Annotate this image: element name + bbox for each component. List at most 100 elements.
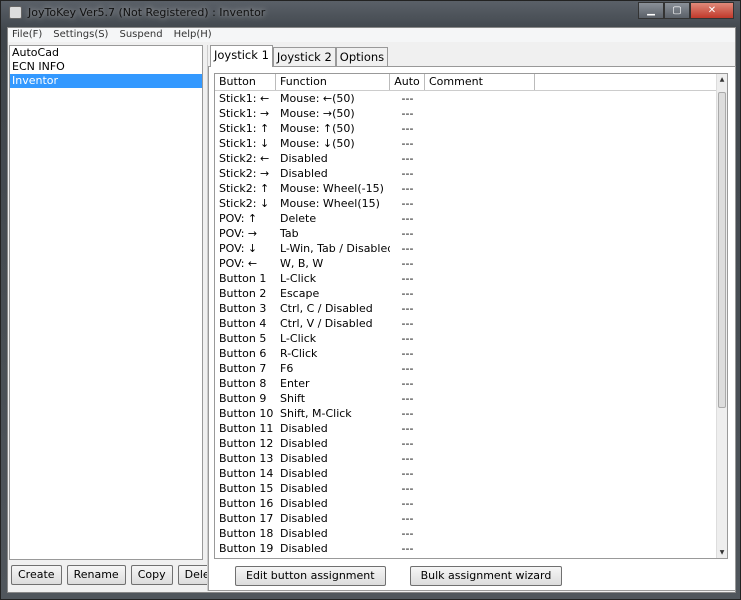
table-row[interactable]: Stick1: ↓ Mouse: ↓(50) --- <box>215 136 727 151</box>
rename-button[interactable]: Rename <box>66 565 126 585</box>
table-row[interactable]: Stick2: ↓ Mouse: Wheel(15) --- <box>215 196 727 211</box>
minimize-button[interactable]: ▁ <box>638 2 664 19</box>
cell-comment <box>425 106 535 121</box>
table-row[interactable]: Stick1: ← Mouse: ←(50) --- <box>215 91 727 106</box>
table-row[interactable]: Button 15 Disabled --- <box>215 481 727 496</box>
table-header: Button Function Auto Comment <box>215 74 727 91</box>
column-function[interactable]: Function <box>276 74 390 90</box>
table-row[interactable]: Stick2: ← Disabled --- <box>215 151 727 166</box>
cell-comment <box>425 301 535 316</box>
table-row[interactable]: Button 1 L-Click --- <box>215 271 727 286</box>
cell-function: Disabled <box>280 512 328 525</box>
table-row[interactable]: Button 7 F6 --- <box>215 361 727 376</box>
table-row[interactable]: Stick2: → Disabled --- <box>215 166 727 181</box>
assignment-table[interactable]: Button Function Auto Comment Stick1: ← Mo… <box>214 73 728 559</box>
cell-function: Disabled <box>280 437 328 450</box>
cell-function: F6 <box>280 362 294 375</box>
cell-auto: --- <box>401 137 414 150</box>
table-row[interactable]: Button 19 Disabled --- <box>215 541 727 556</box>
column-comment[interactable]: Comment <box>425 74 535 90</box>
cell-auto: --- <box>401 377 414 390</box>
table-row[interactable]: Button 11 Disabled --- <box>215 421 727 436</box>
cell-button: Button 1 <box>219 272 267 285</box>
cell-auto: --- <box>401 92 414 105</box>
cell-button: Button 6 <box>219 347 267 360</box>
table-row[interactable]: Button 9 Shift --- <box>215 391 727 406</box>
table-row[interactable]: POV: ↑ Delete --- <box>215 211 727 226</box>
table-row[interactable]: Button 18 Disabled --- <box>215 526 727 541</box>
cell-function: Disabled <box>280 152 328 165</box>
table-row[interactable]: Button 2 Escape --- <box>215 286 727 301</box>
cell-comment <box>425 211 535 226</box>
cell-comment <box>425 121 535 136</box>
table-row[interactable]: Button 13 Disabled --- <box>215 451 727 466</box>
table-row[interactable]: Button 8 Enter --- <box>215 376 727 391</box>
table-row[interactable]: Button 10 Shift, M-Click --- <box>215 406 727 421</box>
profile-item[interactable]: AutoCad <box>10 46 202 60</box>
table-row[interactable]: Button 4 Ctrl, V / Disabled --- <box>215 316 727 331</box>
profile-list[interactable]: AutoCad ECN INFO Inventor <box>9 45 203 560</box>
cell-button: Button 10 <box>219 407 274 420</box>
cell-comment <box>425 421 535 436</box>
cell-button: Button 19 <box>219 542 274 555</box>
cell-auto: --- <box>401 152 414 165</box>
close-button[interactable]: ✕ <box>690 2 734 19</box>
bulk-assignment-wizard-button[interactable]: Bulk assignment wizard <box>409 566 563 586</box>
table-row[interactable]: POV: → Tab --- <box>215 226 727 241</box>
menu-help[interactable]: Help(H) <box>174 28 212 42</box>
profile-item[interactable]: ECN INFO <box>10 60 202 74</box>
cell-auto: --- <box>401 482 414 495</box>
table-row[interactable]: Button 5 L-Click --- <box>215 331 727 346</box>
cell-function: Mouse: →(50) <box>280 107 355 120</box>
cell-button: Button 7 <box>219 362 267 375</box>
table-row[interactable]: Stick2: ↑ Mouse: Wheel(-15) --- <box>215 181 727 196</box>
cell-function: L-Win, Tab / Disabled <box>280 242 390 255</box>
maximize-button[interactable]: ▢ <box>664 2 690 19</box>
table-row[interactable]: POV: ← W, B, W --- <box>215 256 727 271</box>
cell-comment <box>425 466 535 481</box>
menu-file[interactable]: File(F) <box>12 28 42 42</box>
scroll-thumb[interactable] <box>718 92 726 408</box>
table-row[interactable]: Stick1: ↑ Mouse: ↑(50) --- <box>215 121 727 136</box>
cell-button: Button 8 <box>219 377 267 390</box>
cell-function: R-Click <box>280 347 318 360</box>
table-row[interactable]: Stick1: → Mouse: →(50) --- <box>215 106 727 121</box>
column-button[interactable]: Button <box>215 74 276 90</box>
menu-settings[interactable]: Settings(S) <box>53 28 108 42</box>
cell-function: Shift, M-Click <box>280 407 352 420</box>
table-row[interactable]: Button 16 Disabled --- <box>215 496 727 511</box>
cell-function: Ctrl, V / Disabled <box>280 317 373 330</box>
tab-options[interactable]: Options <box>335 47 389 67</box>
cell-button: Stick1: ↓ <box>219 137 270 150</box>
cell-button: Stick1: → <box>219 107 270 120</box>
vertical-scrollbar[interactable]: ▲ ▼ <box>716 74 727 558</box>
cell-button: Button 18 <box>219 527 274 540</box>
create-button[interactable]: Create <box>11 565 62 585</box>
table-row[interactable]: Button 17 Disabled --- <box>215 511 727 526</box>
scroll-up-icon[interactable]: ▲ <box>717 76 727 83</box>
menu-suspend[interactable]: Suspend <box>119 28 162 42</box>
cell-function: Disabled <box>280 482 328 495</box>
tab-joystick-2[interactable]: Joystick 2 <box>272 47 336 67</box>
cell-auto: --- <box>401 227 414 240</box>
scroll-down-icon[interactable]: ▼ <box>717 549 727 556</box>
edit-button-assignment-button[interactable]: Edit button assignment <box>235 566 386 586</box>
cell-function: Enter <box>280 377 310 390</box>
column-auto[interactable]: Auto <box>390 74 425 90</box>
table-row[interactable]: Button 6 R-Click --- <box>215 346 727 361</box>
table-row[interactable]: Button 12 Disabled --- <box>215 436 727 451</box>
table-row[interactable]: Button 3 Ctrl, C / Disabled --- <box>215 301 727 316</box>
copy-button[interactable]: Copy <box>130 565 173 585</box>
cell-auto: --- <box>401 212 414 225</box>
table-row[interactable]: POV: ↓ L-Win, Tab / Disabled --- <box>215 241 727 256</box>
cell-comment <box>425 526 535 541</box>
tab-joystick-1[interactable]: Joystick 1 <box>210 45 273 67</box>
cell-auto: --- <box>401 242 414 255</box>
window-frame: JoyToKey Ver5.7 (Not Registered) : Inven… <box>0 0 741 600</box>
cell-auto: --- <box>401 302 414 315</box>
profile-item-selected[interactable]: Inventor <box>10 74 202 88</box>
cell-comment <box>425 136 535 151</box>
cell-comment <box>425 286 535 301</box>
table-row[interactable]: Button 14 Disabled --- <box>215 466 727 481</box>
cell-auto: --- <box>401 332 414 345</box>
